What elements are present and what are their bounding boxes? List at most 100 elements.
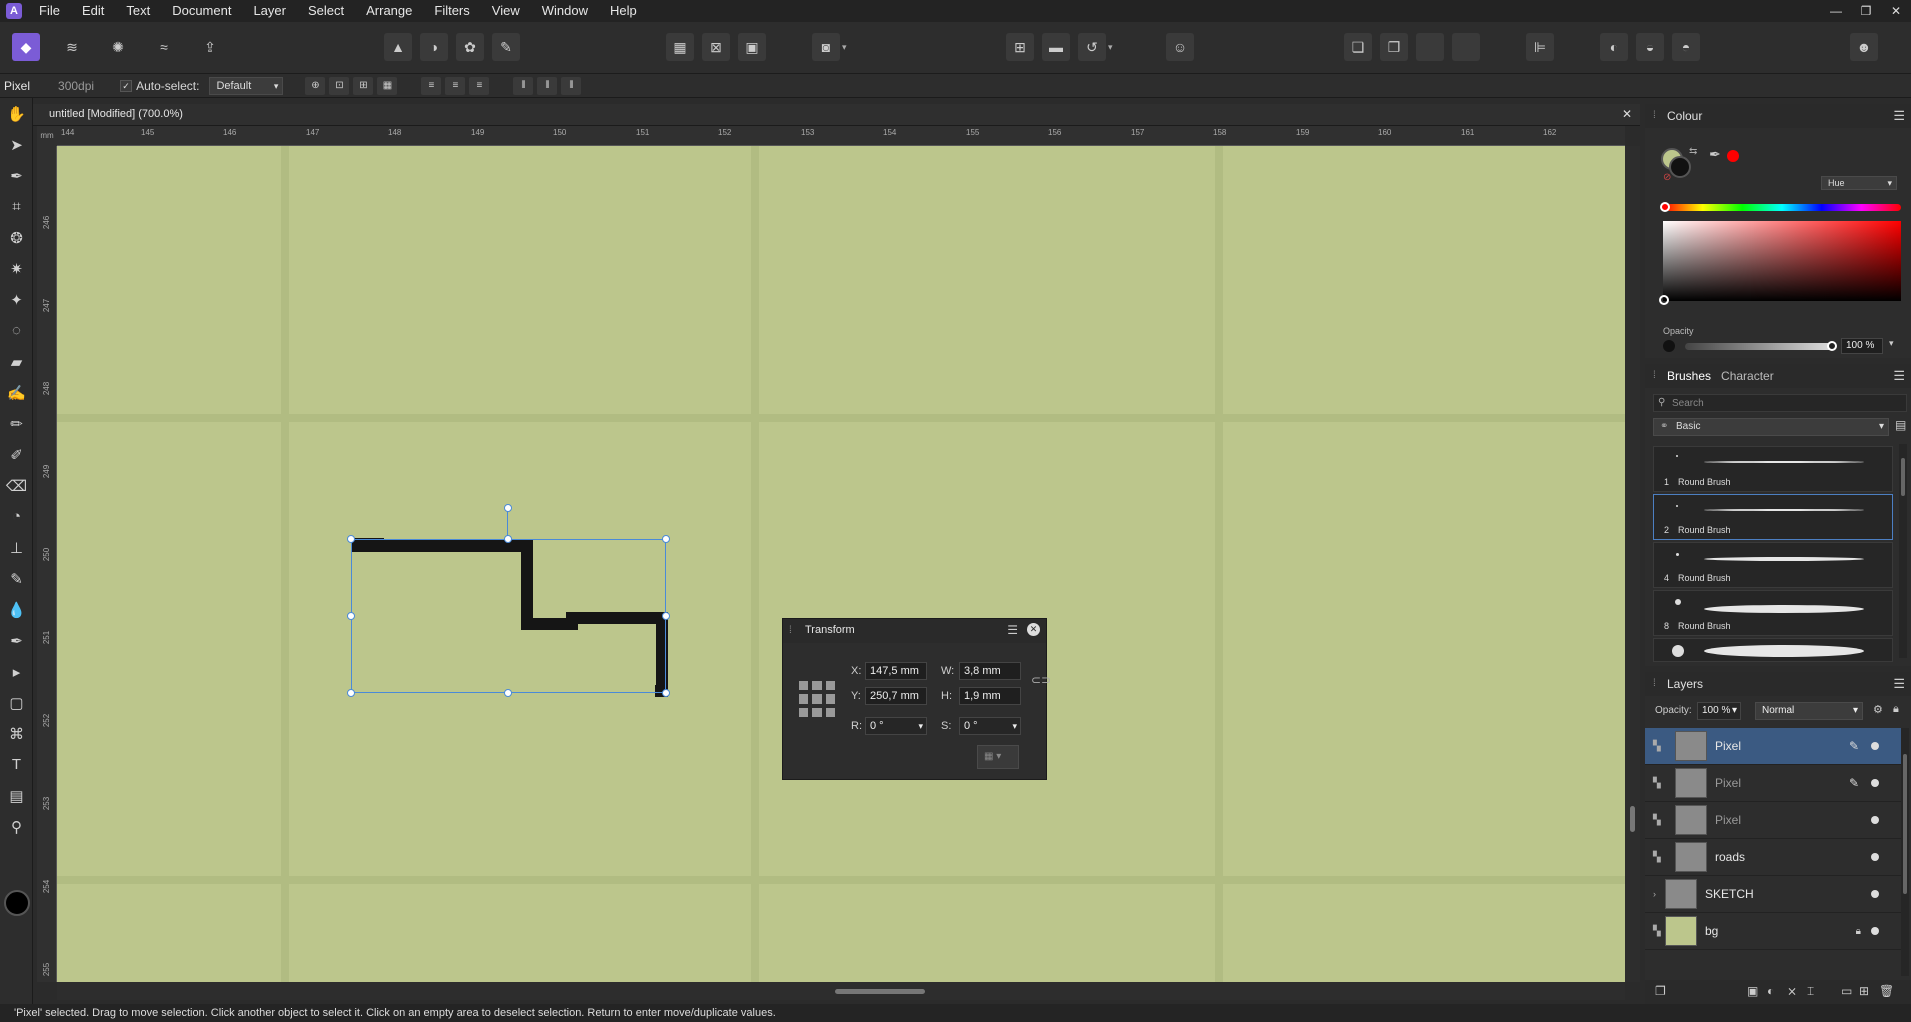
stroke-colour-swatch[interactable]: [1669, 156, 1691, 178]
colour-replacement-tool-icon[interactable]: ✐: [0, 439, 33, 470]
lock-icon[interactable]: 🔒︎: [1856, 926, 1861, 937]
menu-file[interactable]: File: [28, 0, 71, 22]
layer-visibility-toggle[interactable]: [1871, 816, 1879, 824]
subtract-boolean-icon[interactable]: ◒: [1636, 33, 1664, 61]
align-middle-icon[interactable]: ⫴: [537, 76, 558, 95]
freehand-selection-tool-icon[interactable]: ◌: [0, 315, 33, 346]
horizontal-scroll-thumb[interactable]: [835, 989, 925, 994]
deselect-icon[interactable]: ⊠: [702, 33, 730, 61]
crop-tool-icon[interactable]: ⌗: [0, 191, 33, 222]
vertical-scrollbar[interactable]: [1625, 146, 1640, 982]
liquify-persona-icon[interactable]: ≋: [58, 33, 86, 61]
menu-view[interactable]: View: [481, 0, 531, 22]
auto-contrast-icon[interactable]: ◑: [420, 33, 448, 61]
mesh-warp-tool-icon[interactable]: ⌘: [0, 718, 33, 749]
zoom-tool-icon[interactable]: ⚲: [0, 811, 33, 842]
selection-brush-tool-icon[interactable]: ❂: [0, 222, 33, 253]
live-filter-icon[interactable]: ⨯: [1787, 984, 1797, 998]
align-left-icon[interactable]: ≡: [421, 76, 442, 95]
erase-brush-tool-icon[interactable]: ⌫: [0, 470, 33, 501]
auto-white-balance-icon[interactable]: ✎: [492, 33, 520, 61]
restore-icon[interactable]: ❐: [1851, 0, 1881, 22]
menu-document[interactable]: Document: [161, 0, 242, 22]
colour-picker-icon[interactable]: ✒: [1709, 146, 1721, 163]
brush-preset-item[interactable]: 1 Round Brush: [1653, 446, 1893, 492]
menu-edit[interactable]: Edit: [71, 0, 115, 22]
picked-colour-swatch[interactable]: [1727, 150, 1739, 162]
resize-handle-top-right[interactable]: [662, 535, 670, 543]
layer-visibility-toggle[interactable]: [1871, 853, 1879, 861]
document-canvas[interactable]: [57, 146, 1625, 982]
resize-handle-right[interactable]: [662, 612, 670, 620]
marquee-tool-icon[interactable]: ✦: [0, 284, 33, 315]
layer-row[interactable]: ▚ Pixel ✎: [1645, 728, 1901, 765]
develop-persona-icon[interactable]: ✺: [104, 33, 132, 61]
resize-handle-top[interactable]: [504, 535, 512, 543]
panel-menu-icon[interactable]: ☰: [1893, 108, 1905, 124]
layer-row[interactable]: ▚ bg 🔒︎: [1645, 913, 1901, 950]
transform-options-button[interactable]: ▦ ▾: [977, 745, 1019, 769]
layer-row[interactable]: › SKETCH: [1645, 876, 1901, 913]
account-icon[interactable]: ☻: [1850, 33, 1878, 61]
delete-layer-icon[interactable]: 🗑︎: [1879, 984, 1894, 998]
arrange-forward-icon[interactable]: [1416, 33, 1444, 61]
resize-handle-left[interactable]: [347, 612, 355, 620]
rotation-field[interactable]: 0 ° ▾: [865, 717, 927, 735]
y-position-field[interactable]: 250,7 mm: [865, 687, 927, 705]
clone-tool-icon[interactable]: ⊥: [0, 532, 33, 563]
move-tool-icon[interactable]: ➤: [0, 129, 33, 160]
view-tool-icon[interactable]: ✋: [0, 98, 33, 129]
close-document-icon[interactable]: ✕: [1622, 107, 1632, 121]
add-group-icon[interactable]: ▭: [1841, 984, 1852, 998]
panel-menu-icon[interactable]: ☰: [1893, 368, 1905, 384]
layers-scrollbar[interactable]: [1901, 728, 1909, 976]
swap-colours-icon[interactable]: ⇆: [1689, 146, 1697, 157]
quick-mask-dropdown-icon[interactable]: ▾: [842, 33, 854, 61]
photo-persona-icon[interactable]: ◆: [12, 33, 40, 61]
tone-mapping-persona-icon[interactable]: ≈: [150, 33, 178, 61]
frame-text-tool-icon[interactable]: ▤: [0, 780, 33, 811]
height-field[interactable]: 1,9 mm: [959, 687, 1021, 705]
expand-group-icon[interactable]: ›: [1653, 889, 1656, 899]
layers-panel-header[interactable]: ⁞ Layers ☰: [1645, 672, 1911, 696]
show-handles-icon[interactable]: ⊡: [329, 76, 350, 95]
colour-panel-header[interactable]: ⁞ Colour ☰: [1645, 104, 1911, 128]
minimize-icon[interactable]: —: [1821, 0, 1851, 22]
dodge-tool-icon[interactable]: ◔: [0, 501, 33, 532]
layer-visibility-toggle[interactable]: [1871, 927, 1879, 935]
opacity-slider[interactable]: [1685, 341, 1837, 351]
snapping-icon[interactable]: ⊞: [1006, 33, 1034, 61]
layer-row[interactable]: ▚ Pixel: [1645, 802, 1901, 839]
layer-visibility-toggle[interactable]: [1871, 890, 1879, 898]
layer-row[interactable]: ▚ Pixel ✎: [1645, 765, 1901, 802]
resize-handle-top-left[interactable]: [347, 535, 355, 543]
inpainting-tool-icon[interactable]: ✎: [0, 563, 33, 594]
menu-arrange[interactable]: Arrange: [355, 0, 423, 22]
adjustment-icon[interactable]: ◐: [1767, 984, 1774, 998]
colour-mode-dropdown[interactable]: Hue ▾: [1821, 176, 1897, 190]
layer-visibility-toggle[interactable]: [1871, 779, 1879, 787]
shear-field[interactable]: 0 ° ▾: [959, 717, 1021, 735]
layer-studio-icon[interactable]: ❐: [1655, 984, 1666, 998]
export-persona-icon[interactable]: ⇪: [196, 33, 224, 61]
hue-slider[interactable]: [1660, 202, 1901, 212]
colour-picker-tool-icon[interactable]: ✒: [0, 160, 33, 191]
primary-colour-swatch[interactable]: [4, 890, 30, 916]
menu-text[interactable]: Text: [115, 0, 161, 22]
anchor-point-selector[interactable]: [799, 681, 835, 717]
vertical-ruler[interactable]: 246 247 248 249 250 251 252 253 254 255: [37, 146, 57, 982]
gear-icon[interactable]: ⚙: [1873, 703, 1883, 716]
menu-window[interactable]: Window: [531, 0, 599, 22]
arrange-front-icon[interactable]: ❏: [1344, 33, 1372, 61]
blur-tool-icon[interactable]: 💧: [0, 594, 33, 625]
menu-help[interactable]: Help: [599, 0, 648, 22]
width-field[interactable]: 3,8 mm: [959, 662, 1021, 680]
align-center-icon[interactable]: ≡: [445, 76, 466, 95]
add-layer-icon[interactable]: ⊞: [1859, 984, 1869, 998]
brush-preset-item[interactable]: 8 Round Brush: [1653, 590, 1893, 636]
brush-preset-item[interactable]: 4 Round Brush: [1653, 542, 1893, 588]
layer-opacity-field[interactable]: 100 % ▾: [1697, 702, 1741, 720]
align-right-icon[interactable]: ≡: [469, 76, 490, 95]
resize-handle-bottom[interactable]: [504, 689, 512, 697]
snapping-dropdown-icon[interactable]: ▾: [1108, 33, 1120, 61]
